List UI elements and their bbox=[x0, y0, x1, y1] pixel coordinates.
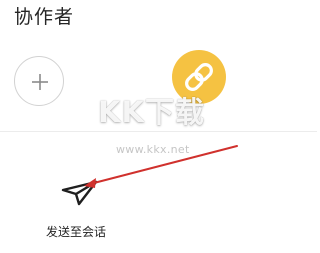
share-sheet: 协作者 KK下载 www.kkx.net 发送至会话 bbox=[0, 0, 317, 253]
annotation-arrow bbox=[84, 145, 238, 188]
